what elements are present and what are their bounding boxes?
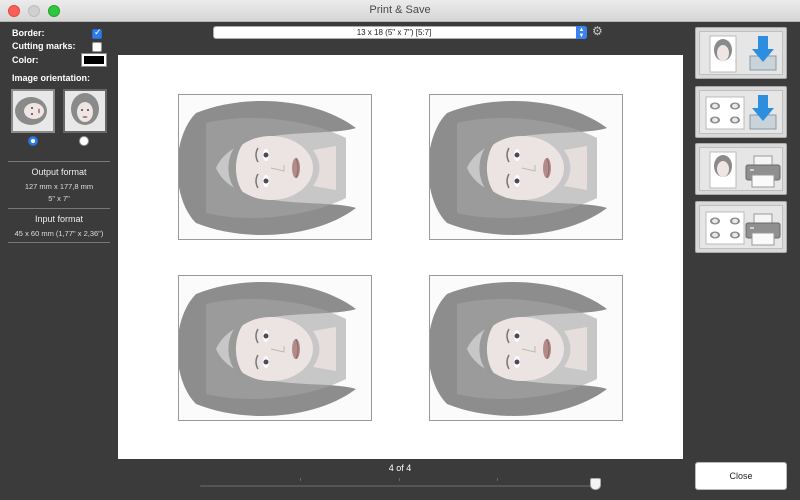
orientation-landscape-thumb[interactable] [11,89,55,133]
print-single-icon [709,151,781,189]
output-format-title: Output format [31,167,87,177]
divider [8,161,110,162]
button-face [699,31,783,75]
options-panel: Border: Cutting marks: Color: Image orie… [0,22,118,500]
preview-photo [178,275,372,421]
print-single-photo-button[interactable] [695,143,787,195]
orientation-landscape-radio[interactable] [28,136,38,146]
button-face [699,90,783,134]
print-preview-page [118,55,683,459]
border-label: Border: [12,28,45,38]
save-single-icon [709,35,777,73]
format-select-value: 13 x 18 (5" x 7") [5:7] [356,28,432,37]
landscape-portrait-icon [13,91,53,131]
window-title: Print & Save [369,4,431,16]
portrait-photo-icon [179,276,371,420]
save-photo-sheet-button[interactable] [695,86,787,138]
cutting-marks-option: Cutting marks: [12,40,112,54]
output-format-inches: 5" x 7" [48,194,70,203]
portrait-photo-icon [430,276,622,420]
preview-photo [429,275,623,421]
format-select[interactable]: 13 x 18 (5" x 7") [5:7] ▲ ▼ [213,26,587,39]
cutting-marks-label: Cutting marks: [12,41,76,51]
slider-tick [399,478,400,481]
page-indicator: 4 of 4 [388,463,412,473]
save-single-photo-button[interactable] [695,27,787,79]
border-checkbox[interactable] [92,28,102,39]
divider [8,242,110,243]
border-option: Border: [12,27,112,41]
divider [8,208,110,209]
color-well[interactable] [81,53,107,67]
input-format-title: Input format [34,214,84,224]
orientation-portrait-radio[interactable] [79,136,89,146]
slider-tick [300,478,301,481]
button-face [699,205,783,249]
portrait-photo-icon [430,95,622,239]
page-slider[interactable] [200,485,600,487]
print-photo-sheet-button[interactable] [695,201,787,253]
preview-photo [429,94,623,240]
portrait-photo-icon [179,95,371,239]
title-bar: Print & Save [0,0,800,22]
output-format-mm: 127 mm x 177,8 mm [24,182,94,191]
color-option: Color: [12,53,112,68]
close-button[interactable]: Close [695,462,787,490]
portrait-icon [65,91,105,131]
orientation-label: Image orientation: [12,73,91,83]
input-format-size: 45 x 60 mm (1,77" x 2,36") [14,229,104,238]
page-slider-knob[interactable] [590,478,601,490]
preview-photo [178,94,372,240]
print-sheet-icon [705,211,781,246]
button-face [699,147,783,191]
color-label: Color: [12,55,39,65]
chevron-updown-icon: ▲ ▼ [576,26,587,39]
slider-tick [497,478,498,481]
save-sheet-icon [705,95,777,130]
gear-icon[interactable]: ⚙ [592,25,605,38]
orientation-portrait-thumb[interactable] [63,89,107,133]
cutting-marks-checkbox[interactable] [92,42,102,52]
